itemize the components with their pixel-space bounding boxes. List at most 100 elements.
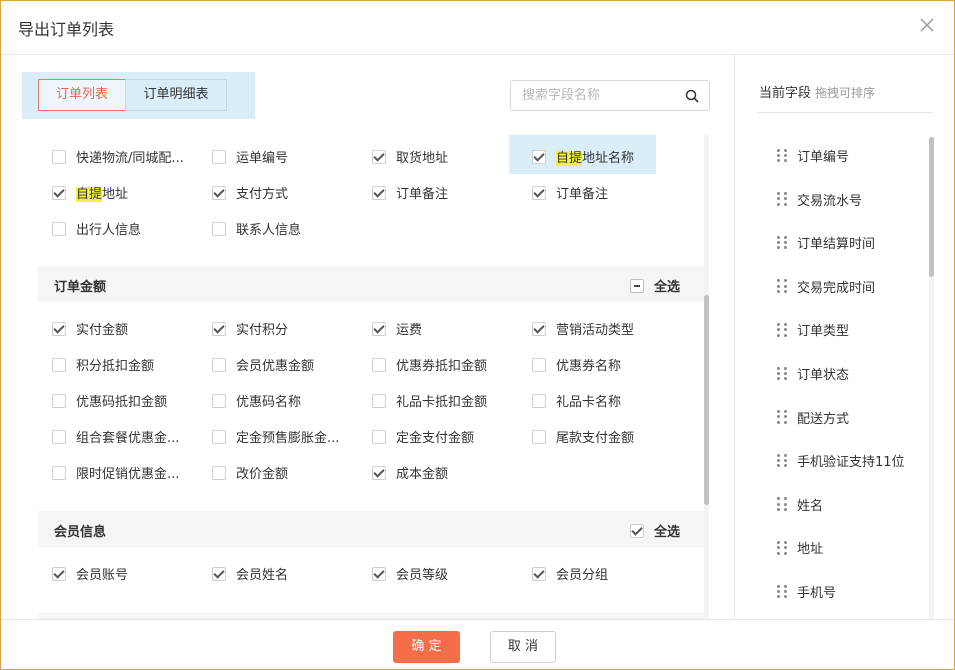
sortable-field-item[interactable]: 订单结算时间: [777, 233, 875, 252]
field-checkbox[interactable]: 尾款支付金额: [532, 427, 634, 446]
field-checkbox[interactable]: 优惠券名称: [532, 355, 621, 374]
field-checkbox[interactable]: 优惠码名称: [212, 391, 301, 410]
checkbox: [52, 221, 66, 236]
field-checkbox[interactable]: 取货地址: [372, 147, 448, 166]
drag-handle-icon[interactable]: [777, 322, 787, 337]
select-all-toggle[interactable]: 全选: [629, 521, 680, 540]
current-fields-list: 订单编号交易流水号订单结算时间交易完成时间 订单类型订单状态配送方式手机验证支持1…: [735, 113, 930, 619]
field-label: 订单结算时间: [797, 237, 876, 253]
section-title: 订单金额: [54, 280, 107, 295]
field-checkbox[interactable]: 实付金额: [52, 319, 128, 338]
drag-handle-icon[interactable]: [777, 453, 787, 468]
checkbox: [52, 185, 66, 200]
close-icon[interactable]: [916, 14, 938, 36]
sortable-field-item[interactable]: 订单状态: [777, 364, 849, 383]
grip-dot: [784, 459, 787, 463]
sortable-field-item[interactable]: 姓名: [777, 495, 823, 514]
field-checkbox[interactable]: 联系人信息: [212, 219, 301, 238]
field-label: 优惠码抵扣金额: [76, 395, 168, 410]
field-list: 快递物流/同城配... 运单编号 取货地址 自提地址名称自提地址 支付方式 订单备注 订单备…: [1, 135, 734, 619]
field-checkbox[interactable]: 会员账号: [52, 564, 128, 583]
drag-handle-icon[interactable]: [777, 279, 787, 293]
current-fields-label: 当前字段: [759, 86, 812, 101]
drag-handle-icon[interactable]: [777, 235, 787, 250]
search-icon[interactable]: [685, 88, 699, 103]
field-checkbox[interactable]: 定金支付金额: [372, 427, 474, 446]
field-checkbox[interactable]: 会员分组: [532, 564, 608, 583]
scrollbar-thumb[interactable]: [929, 137, 934, 277]
checkbox: [52, 429, 66, 444]
sortable-field-item[interactable]: 手机验证支持11位: [777, 451, 905, 470]
sortable-field-item[interactable]: 配送方式: [777, 408, 849, 427]
grip-dot: [777, 333, 780, 337]
field-label: 会员优惠金额: [236, 359, 315, 374]
search-match-text: 自提: [556, 151, 583, 166]
field-checkbox[interactable]: 营销活动类型: [532, 319, 634, 338]
field-checkbox[interactable]: 会员优惠金额: [212, 355, 314, 374]
field-checkbox[interactable]: 运费: [372, 319, 422, 338]
grip-dot: [784, 377, 787, 381]
field-checkbox[interactable]: 礼品卡名称: [532, 391, 621, 410]
field-checkbox[interactable]: 会员姓名: [212, 564, 288, 583]
field-checkbox[interactable]: 出行人信息: [52, 219, 141, 238]
drag-handle-icon[interactable]: [777, 148, 787, 163]
tab-order-list[interactable]: 订单列表: [38, 79, 126, 111]
field-checkbox[interactable]: 定金预售膨胀金...: [212, 427, 339, 446]
sortable-field-item[interactable]: 交易完成时间: [777, 277, 875, 296]
drag-handle-icon[interactable]: [777, 192, 787, 206]
scrollbar-thumb[interactable]: [704, 295, 709, 505]
field-checkbox[interactable]: 改价金额: [212, 463, 288, 482]
field-checkbox[interactable]: 订单备注: [532, 183, 608, 202]
field-checkbox[interactable]: 限时促销优惠金...: [52, 463, 179, 482]
export-order-dialog: 导出订单列表 订单列表 订单明细表 快递物流/同城配...运单编号取货地址自提地…: [0, 0, 955, 670]
cancel-button[interactable]: 取 消: [490, 631, 556, 663]
field-checkbox[interactable]: 订单备注: [372, 183, 448, 202]
checkbox: [52, 465, 66, 480]
sortable-field-item[interactable]: 手机号: [777, 582, 836, 601]
drag-handle-icon[interactable]: [777, 584, 787, 599]
grip-dot: [784, 322, 787, 326]
dialog-header: 导出订单列表: [1, 1, 954, 55]
field-label: 优惠码名称: [236, 395, 302, 410]
field-checkbox[interactable]: 自提地址名称: [532, 147, 634, 166]
scrollbar[interactable]: [704, 135, 709, 619]
grip-dot: [777, 551, 780, 555]
drag-handle-icon[interactable]: [777, 540, 787, 555]
field-checkbox[interactable]: 实付积分: [212, 319, 288, 338]
sortable-field-item[interactable]: 订单编号: [777, 146, 849, 165]
field-checkbox[interactable]: 优惠券抵扣金额: [372, 355, 487, 374]
field-label: 尾款支付金额: [556, 431, 635, 446]
confirm-button[interactable]: 确 定: [393, 631, 460, 663]
field-checkbox[interactable]: 礼品卡抵扣金额: [372, 391, 487, 410]
tab-order-detail[interactable]: 订单明细表: [125, 79, 227, 111]
field-checkbox[interactable]: 自提地址: [52, 183, 128, 202]
field-checkbox[interactable]: 组合套餐优惠金...: [52, 427, 179, 446]
sortable-field-item[interactable]: 订单类型: [777, 320, 849, 339]
grip-dot: [784, 589, 787, 593]
field-checkbox[interactable]: 支付方式: [212, 183, 288, 202]
drag-handle-icon[interactable]: [777, 410, 787, 424]
grip-dot: [777, 328, 780, 332]
checkbox: [212, 185, 226, 200]
drag-handle-icon[interactable]: [777, 366, 787, 381]
field-checkbox[interactable]: 运单编号: [212, 147, 288, 166]
field-checkbox[interactable]: 快递物流/同城配...: [52, 147, 184, 166]
select-all-toggle[interactable]: 全选: [629, 276, 680, 295]
sortable-field-item[interactable]: 地址: [777, 538, 823, 557]
grip-dot: [777, 153, 780, 157]
search-input[interactable]: [511, 81, 679, 110]
grip-dot: [777, 202, 780, 206]
drag-handle-icon[interactable]: [777, 497, 787, 511]
field-checkbox[interactable]: 成本金额: [372, 463, 448, 482]
checkbox: [212, 357, 226, 372]
field-checkbox[interactable]: 积分抵扣金额: [52, 355, 154, 374]
select-all-label: 全选: [653, 280, 680, 295]
field-checkbox[interactable]: 会员等级: [372, 564, 448, 583]
field-label: 快递物流/同城配...: [76, 151, 184, 166]
sortable-field-item[interactable]: 交易流水号: [777, 190, 862, 209]
field-label: 联系人信息: [236, 223, 302, 238]
scrollbar[interactable]: [929, 137, 934, 619]
field-label: 手机验证支持11位: [797, 455, 905, 471]
field-checkbox[interactable]: 优惠码抵扣金额: [52, 391, 167, 410]
grip-dot: [777, 464, 780, 468]
